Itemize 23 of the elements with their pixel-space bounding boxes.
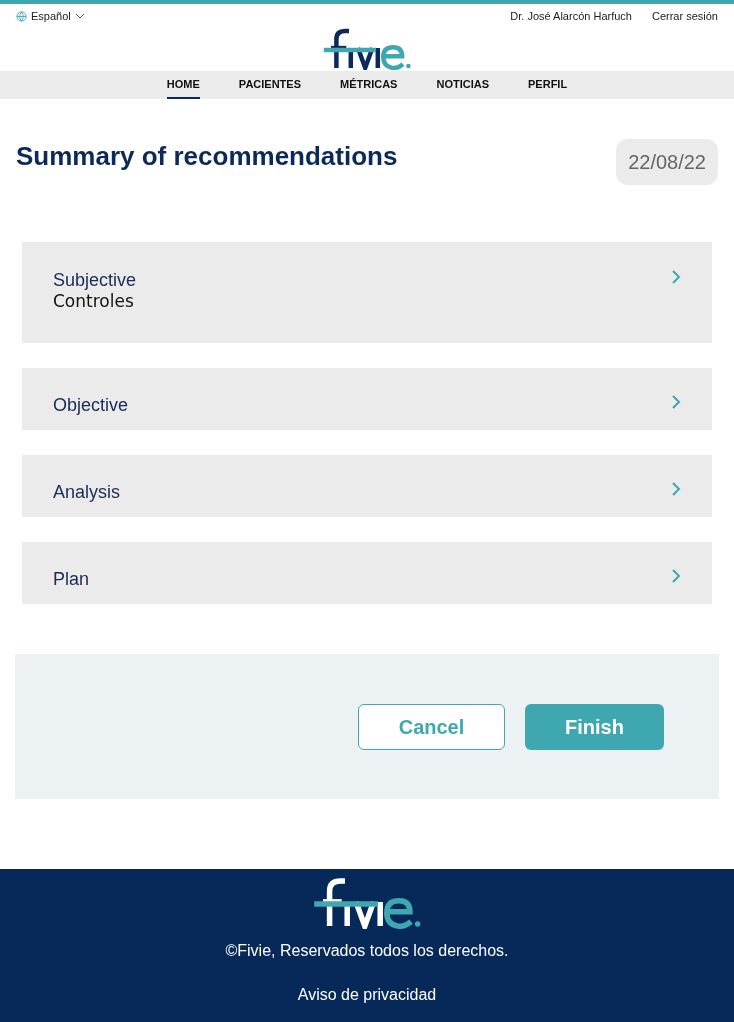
section-row[interactable]: Plan [22, 542, 712, 604]
section-row[interactable]: Objective [22, 368, 712, 430]
nav-tab[interactable]: NOTICIAS [436, 71, 489, 99]
nav-tab[interactable]: PACIENTES [238, 71, 301, 99]
chevron-right-icon [671, 395, 681, 409]
chevron-right-icon [671, 482, 681, 496]
privacy-link[interactable]: Aviso de privacidad [297, 983, 437, 1007]
copyright-text: ©Fivie, Reservados todos los derechos. [225, 941, 509, 961]
date-badge: 22/08/22 [616, 139, 718, 185]
nav-tab[interactable]: HOME [166, 71, 200, 99]
section-row[interactable]: Analysis [22, 455, 712, 517]
logo-icon [322, 28, 412, 70]
chevron-right-icon [671, 270, 681, 284]
nav-tab[interactable]: PERFIL [528, 71, 568, 99]
user-name: Dr. José Alarcón Harfuch [510, 9, 632, 24]
chevron-right-icon [671, 569, 681, 583]
section-row[interactable]: Subjective Controles [22, 242, 712, 343]
nav-tab[interactable]: MÉTRICAS [340, 71, 398, 99]
language-selector[interactable]: Español [16, 8, 85, 25]
logout-link[interactable]: Cerrar sesión [651, 8, 718, 25]
page-title: Summary of recommendations [16, 140, 398, 173]
globe-icon [16, 10, 27, 22]
logo-icon [312, 877, 422, 929]
